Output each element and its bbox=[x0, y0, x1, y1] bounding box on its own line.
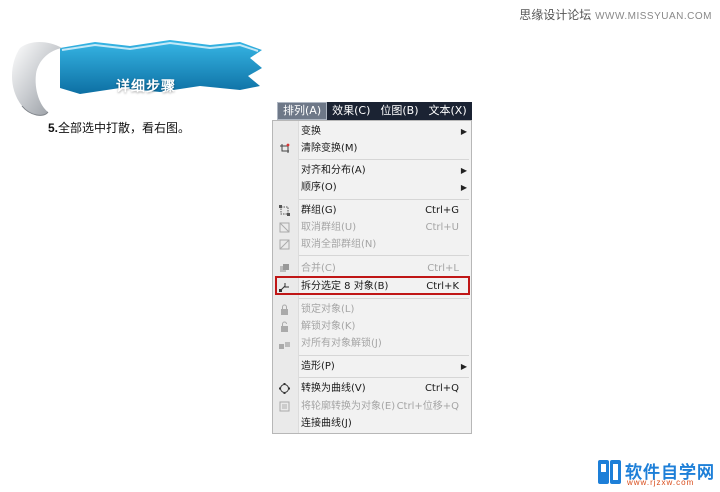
menu-item-label: 转换为曲线(V) bbox=[301, 383, 366, 394]
brand-watermark: 软件自学网 www.rjzxw.com bbox=[597, 458, 715, 488]
submenu-arrow-icon: ▶ bbox=[460, 362, 467, 371]
menu-separator bbox=[299, 159, 469, 160]
combine-icon bbox=[280, 264, 289, 272]
menu-item-label: 顺序(O) bbox=[301, 182, 337, 193]
ungroup-icon bbox=[279, 222, 290, 233]
menu-item-combine[interactable]: 合并(C) Ctrl+L bbox=[273, 260, 471, 277]
submenu-arrow-icon: ▶ bbox=[460, 166, 467, 175]
menu-item-convert-curves[interactable]: 转换为曲线(V) Ctrl+Q bbox=[273, 380, 471, 397]
clear-transform-icon bbox=[280, 143, 290, 153]
menu-item-ungroup-all[interactable]: 取消全部群组(N) bbox=[273, 236, 471, 253]
submenu-arrow-icon: ▶ bbox=[460, 127, 467, 136]
site-name: 思缘设计论坛 bbox=[519, 8, 592, 22]
highlight-box bbox=[275, 276, 470, 295]
menu-item-label: 连接曲线(J) bbox=[301, 418, 352, 429]
menu-bitmaps[interactable]: 位图(B) bbox=[375, 102, 423, 120]
menu-item-align-distribute[interactable]: 对齐和分布(A) ▶ bbox=[273, 162, 471, 179]
section-banner: 详细步骤 bbox=[0, 28, 270, 123]
menu-bar: 排列(A) 效果(C) 位图(B) 文本(X) 表 bbox=[277, 102, 488, 120]
menu-item-order[interactable]: 顺序(O) ▶ bbox=[273, 179, 471, 196]
menu-separator bbox=[299, 298, 469, 299]
menu-item-shortcut: Ctrl+U bbox=[425, 222, 460, 233]
menu-separator bbox=[299, 255, 469, 256]
menu-item-join-curves[interactable]: 连接曲线(J) bbox=[273, 415, 471, 432]
menu-item-label: 锁定对象(L) bbox=[301, 304, 355, 315]
step-instruction: 5.全部选中打散，看右图。 bbox=[48, 119, 190, 136]
menu-item-lock[interactable]: 锁定对象(L) bbox=[273, 301, 471, 318]
menu-text[interactable]: 文本(X) bbox=[424, 102, 472, 120]
menu-separator bbox=[299, 355, 469, 356]
menu-item-label: 群组(G) bbox=[301, 205, 337, 216]
step-text: 全部选中打散，看右图。 bbox=[58, 121, 191, 135]
menu-item-label: 解锁对象(K) bbox=[301, 321, 356, 332]
menu-item-outline-to-object[interactable]: 将轮廓转换为对象(E) Ctrl+位移+Q bbox=[273, 398, 471, 415]
menu-item-ungroup[interactable]: 取消群组(U) Ctrl+U bbox=[273, 219, 471, 236]
menu-item-unlock-all[interactable]: 对所有对象解锁(J) bbox=[273, 335, 471, 352]
menu-item-label: 清除变换(M) bbox=[301, 143, 358, 154]
site-watermark: 思缘设计论坛 WWW.MISSYUAN.COM bbox=[519, 6, 712, 23]
menu-item-label: 合并(C) bbox=[301, 263, 336, 274]
menu-item-label: 对所有对象解锁(J) bbox=[301, 338, 382, 349]
ungroup-all-icon bbox=[279, 239, 290, 250]
menu-item-label: 造形(P) bbox=[301, 361, 335, 372]
step-number: 5. bbox=[48, 121, 59, 135]
menu-item-label: 对齐和分布(A) bbox=[301, 165, 366, 176]
lock-icon bbox=[281, 304, 288, 315]
menu-effects[interactable]: 效果(C) bbox=[327, 102, 375, 120]
convert-curves-icon bbox=[279, 383, 290, 394]
menu-item-label: 取消群组(U) bbox=[301, 222, 357, 233]
menu-item-label: 将轮廓转换为对象(E) bbox=[301, 401, 396, 412]
brand-url: www.rjzxw.com bbox=[627, 478, 695, 487]
menu-item-group[interactable]: 群组(G) Ctrl+G bbox=[273, 202, 471, 219]
menu-item-shortcut: Ctrl+G bbox=[425, 205, 459, 216]
menu-separator bbox=[299, 377, 469, 378]
menu-item-shortcut: Ctrl+Q bbox=[424, 383, 459, 394]
menu-item-clear-transform[interactable]: 清除变换(M) bbox=[273, 140, 471, 157]
brand-logo-icon bbox=[598, 460, 621, 484]
site-url: WWW.MISSYUAN.COM bbox=[595, 11, 712, 22]
menu-item-label: 取消全部群组(N) bbox=[301, 239, 377, 250]
submenu-arrow-icon: ▶ bbox=[460, 183, 467, 192]
menu-separator bbox=[299, 199, 469, 200]
banner-title: 详细步骤 bbox=[116, 79, 176, 95]
menu-item-shaping[interactable]: 造形(P) ▶ bbox=[273, 358, 471, 375]
outline-object-icon bbox=[279, 401, 290, 412]
group-icon bbox=[279, 205, 290, 216]
menu-arrange[interactable]: 排列(A) bbox=[277, 102, 328, 120]
menu-item-shortcut: Ctrl+L bbox=[427, 263, 459, 274]
unlock-icon bbox=[281, 321, 288, 332]
menu-item-shortcut: Ctrl+位移+Q bbox=[396, 401, 459, 412]
menu-table[interactable]: 表 bbox=[472, 102, 493, 120]
menu-item-label: 变换 bbox=[301, 126, 321, 137]
menu-item-unlock[interactable]: 解锁对象(K) bbox=[273, 318, 471, 335]
unlock-all-icon bbox=[279, 342, 290, 349]
menu-item-transform[interactable]: 变换 ▶ bbox=[273, 123, 471, 140]
